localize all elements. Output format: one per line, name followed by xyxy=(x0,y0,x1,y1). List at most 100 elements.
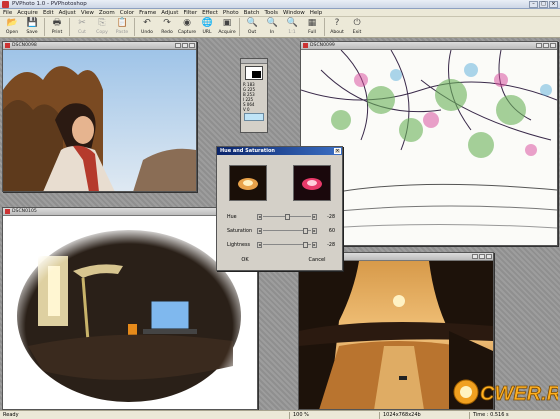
menu-item-photo[interactable]: Photo xyxy=(223,10,239,16)
increase-arrow-icon[interactable]: ▸ xyxy=(312,214,317,220)
capture-button[interactable]: ◉ Capture xyxy=(177,17,197,37)
redo-icon: ↷ xyxy=(163,18,171,28)
original-preview xyxy=(229,165,267,201)
ok-button[interactable]: OK xyxy=(229,255,261,265)
toolbar-label: Save xyxy=(26,30,38,35)
saturation-value: 60 xyxy=(328,228,335,234)
hue-slider[interactable] xyxy=(263,214,311,220)
window-controls: – □ × xyxy=(529,1,558,8)
paste-button[interactable]: 📋 Paste xyxy=(112,17,132,37)
menu-item-batch[interactable]: Batch xyxy=(244,10,260,16)
print-button[interactable]: 🖶 Print xyxy=(47,17,67,37)
zoom-fit-icon: 🔍 xyxy=(286,18,298,28)
image-icon xyxy=(5,43,10,48)
in-button[interactable]: 🔍 In xyxy=(262,17,282,37)
increase-arrow-icon[interactable]: ▸ xyxy=(312,242,317,248)
copy-button[interactable]: ⎘ Copy xyxy=(92,17,112,37)
1-1-button[interactable]: 🔍 1:1 xyxy=(282,17,302,37)
out-button[interactable]: 🔍 Out xyxy=(242,17,262,37)
undo-button[interactable]: ↶ Undo xyxy=(137,17,157,37)
menu-item-acquire[interactable]: Acquire xyxy=(17,10,38,16)
minimize-button[interactable] xyxy=(175,43,181,48)
menu-item-effect[interactable]: Effect xyxy=(202,10,218,16)
menu-item-window[interactable]: Window xyxy=(283,10,305,16)
minimize-button[interactable] xyxy=(536,43,542,48)
image-window-portrait[interactable]: DSCN0098 xyxy=(2,41,197,192)
open-icon: 📂 xyxy=(6,18,18,28)
menu-item-help[interactable]: Help xyxy=(310,10,323,16)
saturation-row: Saturation ◂ ▸ 60 xyxy=(227,227,339,235)
slider-thumb[interactable] xyxy=(302,228,308,234)
adjusted-preview xyxy=(293,165,331,201)
toolbar-label: About xyxy=(330,30,344,35)
toolbar-separator xyxy=(239,18,240,36)
hue-value: -28 xyxy=(327,214,335,220)
acquire-icon: ▣ xyxy=(222,18,232,28)
menu-item-color[interactable]: Color xyxy=(120,10,134,16)
minimize-button[interactable] xyxy=(472,254,478,259)
exit-icon: ⏻ xyxy=(353,18,361,28)
image-icon xyxy=(303,43,308,48)
toolbar-label: Print xyxy=(51,30,63,35)
window-title: DSCN0099 xyxy=(310,43,335,48)
window-caption[interactable]: DSCN0098 xyxy=(3,42,196,50)
lightness-slider[interactable] xyxy=(263,242,311,248)
menu-item-view[interactable]: View xyxy=(81,10,94,16)
menu-item-adjust[interactable]: Adjust xyxy=(59,10,76,16)
acquire-button[interactable]: ▣ Acquire xyxy=(217,17,237,37)
slider-thumb[interactable] xyxy=(284,214,290,220)
hue-label: Hue xyxy=(227,214,237,220)
toolbar-label: In xyxy=(269,30,275,35)
status-time: Time : 0.516 s xyxy=(473,412,509,418)
close-icon[interactable]: × xyxy=(334,148,341,154)
value-value: V 0 xyxy=(243,107,250,112)
window-caption[interactable]: DSCN0099 xyxy=(301,42,557,50)
maximize-button[interactable] xyxy=(479,254,485,259)
close-button[interactable] xyxy=(486,254,492,259)
increase-arrow-icon[interactable]: ▸ xyxy=(312,228,317,234)
menu-item-frame[interactable]: Frame xyxy=(139,10,156,16)
slider-thumb[interactable] xyxy=(302,242,308,248)
menu-item-adjust[interactable]: Adjust xyxy=(161,10,178,16)
close-button[interactable] xyxy=(550,43,556,48)
app-icon xyxy=(2,0,9,8)
saturation-slider[interactable] xyxy=(263,228,311,234)
hue-saturation-dialog: Hue and Saturation × Hue ◂ ▸ -28 Saturation ◂… xyxy=(216,146,343,271)
close-button[interactable]: × xyxy=(549,1,558,8)
minimize-button[interactable]: – xyxy=(529,1,538,8)
dialog-caption[interactable]: Hue and Saturation × xyxy=(217,147,342,155)
save-button[interactable]: 💾 Save xyxy=(22,17,42,37)
panel-caption[interactable] xyxy=(241,59,267,64)
window-title: DSCN0105 xyxy=(12,209,37,214)
toolbar-label: Copy xyxy=(96,30,108,35)
menu-item-filter[interactable]: Filter xyxy=(183,10,197,16)
maximize-button[interactable] xyxy=(543,43,549,48)
decrease-arrow-icon[interactable]: ◂ xyxy=(257,242,262,248)
cancel-button[interactable]: Cancel xyxy=(301,255,333,265)
cut-button[interactable]: ✂ Cut xyxy=(72,17,92,37)
menu-item-file[interactable]: File xyxy=(3,10,12,16)
url-button[interactable]: 🌐 URL xyxy=(197,17,217,37)
decrease-arrow-icon[interactable]: ◂ xyxy=(257,214,262,220)
toolbar-label: Paste xyxy=(115,30,129,35)
about-button[interactable]: ? About xyxy=(327,17,347,37)
toolbar-label: Exit xyxy=(352,30,362,35)
menu-item-zoom[interactable]: Zoom xyxy=(99,10,115,16)
open-button[interactable]: 📂 Open xyxy=(2,17,22,37)
menu-item-edit[interactable]: Edit xyxy=(43,10,54,16)
title-bar: PVPhoto 1.0 - PVPhotoshop – □ × xyxy=(0,0,560,9)
status-bar: Ready 100 % 1024x768x24b Time : 0.516 s xyxy=(0,410,560,419)
status-image-info: 1024x768x24b xyxy=(380,411,470,419)
maximize-button[interactable]: □ xyxy=(539,1,548,8)
close-button[interactable] xyxy=(189,43,195,48)
cut-icon: ✂ xyxy=(78,18,86,28)
maximize-button[interactable] xyxy=(182,43,188,48)
decrease-arrow-icon[interactable]: ◂ xyxy=(257,228,262,234)
toolbar-label: Cut xyxy=(78,30,86,35)
redo-button[interactable]: ↷ Redo xyxy=(157,17,177,37)
full-icon: ▦ xyxy=(307,18,317,28)
full-button[interactable]: ▦ Full xyxy=(302,17,322,37)
url-icon: 🌐 xyxy=(201,18,213,28)
exit-button[interactable]: ⏻ Exit xyxy=(347,17,367,37)
menu-item-tools[interactable]: Tools xyxy=(264,10,278,16)
